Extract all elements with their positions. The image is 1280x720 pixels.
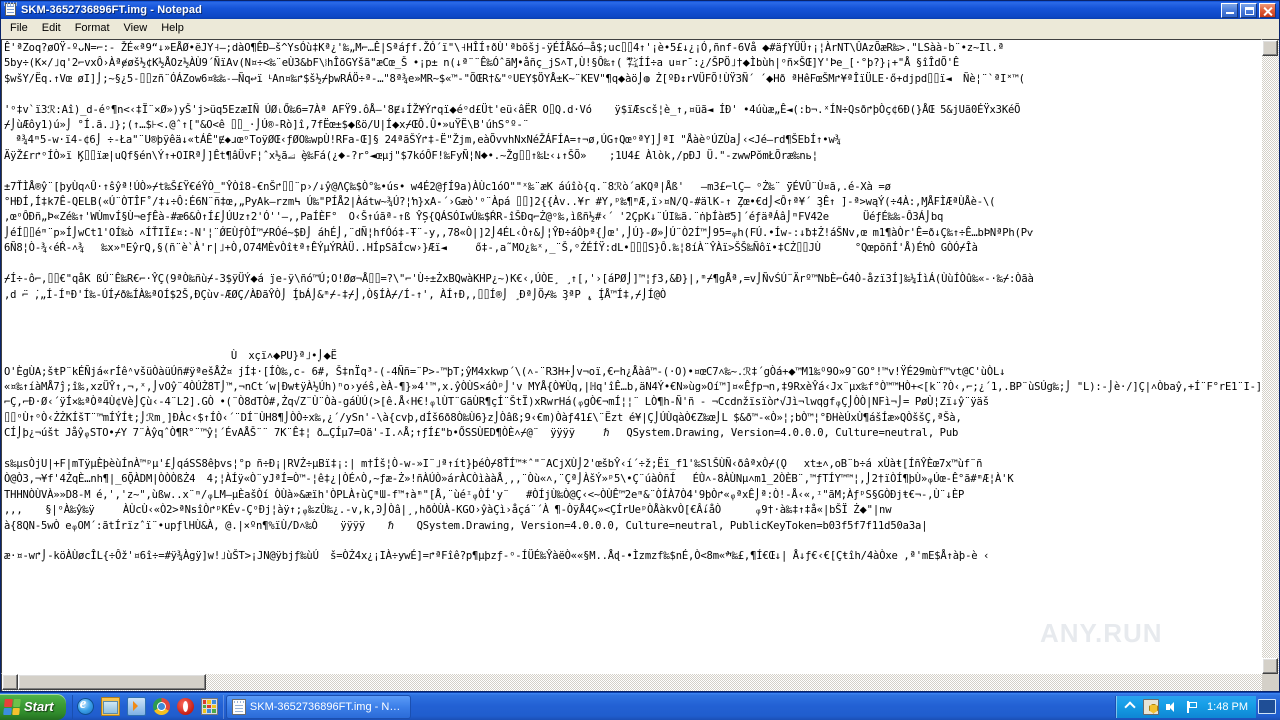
maximize-restore-button[interactable] (1240, 3, 1257, 18)
horizontal-scrollbar[interactable] (1, 674, 1262, 691)
start-label: Start (24, 699, 54, 715)
opera-icon[interactable] (177, 698, 194, 715)
notepad-icon (4, 3, 18, 17)
clock[interactable]: 1:48 PM (1205, 700, 1250, 714)
task-button-notepad[interactable]: SKM-3652736896FT.img - Notepad (226, 695, 411, 719)
internet-explorer-icon[interactable] (77, 698, 94, 715)
quick-launch-bar (72, 695, 224, 719)
scroll-down-button[interactable] (1262, 658, 1278, 674)
notepad-window: SKM-3652736896FT.img - Notepad File Edit… (0, 0, 1280, 692)
security-center-icon[interactable] (1143, 699, 1159, 715)
editor-row: Ê'ªZoq?øOŸ-ºᴗN=⌐:- ŽÉ«ª9“↓»EÅØ•ëJY˧—;dàO… (1, 39, 1279, 674)
text-editor[interactable]: Ê'ªZoq?øOŸ-ºᴗN=⌐:- ŽÉ«ª9“↓»EÅØ•ëJY˧—;dàO… (1, 39, 1262, 674)
show-hidden-icons-chevron[interactable] (1123, 700, 1137, 714)
notepad-icon (232, 699, 246, 715)
close-button[interactable] (1259, 3, 1276, 18)
vertical-scrollbar[interactable] (1262, 39, 1279, 674)
menu-file[interactable]: File (3, 20, 35, 38)
editor-content[interactable]: Ê'ªZoq?øOŸ-ºᴗN=⌐:- ŽÉ«ª9“↓»EÅØ•ëJY˧—;dàO… (4, 41, 1261, 565)
editor-area: Ê'ªZoq?øOŸ-ºᴗN=⌐:- ŽÉ«ª9“↓»EÅØ•ëJY˧—;dàO… (1, 39, 1279, 691)
volume-icon[interactable] (1165, 700, 1179, 714)
blocks-app-icon[interactable] (201, 698, 218, 715)
menu-bar: File Edit Format View Help (1, 19, 1279, 39)
task-button-list: SKM-3652736896FT.img - Notepad (224, 695, 1115, 719)
vertical-scroll-track[interactable] (1262, 56, 1279, 658)
system-tray: 1:48 PM (1115, 696, 1256, 718)
folder-icon[interactable] (101, 697, 120, 716)
menu-edit[interactable]: Edit (35, 20, 68, 38)
horizontal-scrollbar-row (1, 674, 1279, 691)
language-flag-icon[interactable] (1185, 700, 1199, 714)
minimize-button[interactable] (1221, 3, 1238, 18)
menu-help[interactable]: Help (154, 20, 191, 38)
horizontal-scroll-thumb[interactable] (18, 674, 206, 690)
desktop: SKM-3652736896FT.img - Notepad File Edit… (0, 0, 1280, 720)
task-button-label: SKM-3652736896FT.img - Notepad (250, 701, 402, 713)
start-button[interactable]: Start (0, 694, 66, 720)
windows-logo-icon (3, 699, 21, 715)
chrome-icon[interactable] (153, 698, 170, 715)
window-controls (1221, 3, 1276, 18)
title-bar[interactable]: SKM-3652736896FT.img - Notepad (1, 1, 1279, 19)
media-player-icon[interactable] (127, 697, 146, 716)
scrollbar-corner (1262, 674, 1279, 691)
window-title: SKM-3652736896FT.img - Notepad (21, 1, 1221, 19)
scroll-up-button[interactable] (1262, 40, 1278, 56)
menu-format[interactable]: Format (68, 20, 117, 38)
taskbar: Start SKM-3652736896FT.img - Notepad (0, 692, 1280, 720)
scroll-left-button[interactable] (2, 674, 18, 690)
display-icon[interactable] (1258, 699, 1276, 714)
menu-view[interactable]: View (117, 20, 155, 38)
